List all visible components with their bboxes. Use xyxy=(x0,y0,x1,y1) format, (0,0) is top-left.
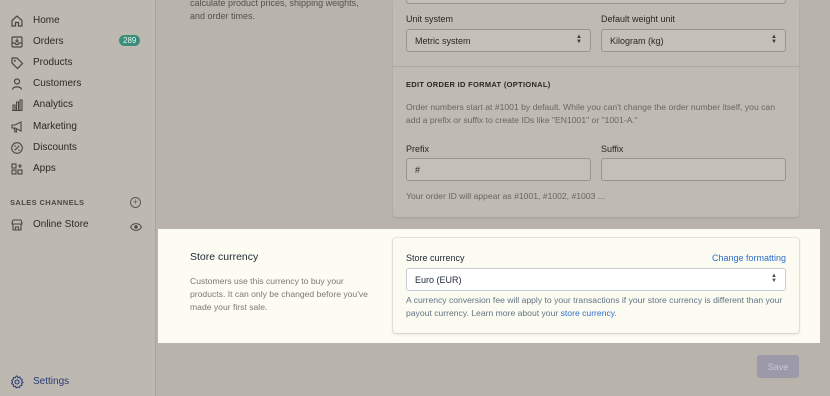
weight-unit-value: Kilogram (kg) xyxy=(610,35,664,46)
sidebar-item-label: Marketing xyxy=(33,121,77,132)
sidebar: Home Orders 289 Products Customers Analy… xyxy=(0,0,156,396)
sidebar-item-customers[interactable]: Customers xyxy=(0,73,155,94)
unit-system-label: Unit system xyxy=(406,14,454,24)
sidebar-item-label: Orders xyxy=(33,36,64,47)
gear-icon xyxy=(10,375,24,389)
change-formatting-link[interactable]: Change formatting xyxy=(712,253,786,263)
sidebar-item-orders[interactable]: Orders 289 xyxy=(0,31,155,52)
section-divider xyxy=(393,66,799,67)
sidebar-item-marketing[interactable]: Marketing xyxy=(0,116,155,137)
prefix-value: # xyxy=(415,164,421,175)
person-icon xyxy=(10,77,24,91)
suffix-label: Suffix xyxy=(601,144,624,154)
weight-unit-label: Default weight unit xyxy=(601,14,676,24)
unit-system-select[interactable]: Metric system ▲ ▼ xyxy=(406,29,591,52)
order-id-preview: Your order ID will appear as #1001, #100… xyxy=(406,191,605,201)
sidebar-item-apps[interactable]: Apps xyxy=(0,158,155,179)
store-currency-title: Store currency xyxy=(190,251,259,263)
store-currency-select[interactable]: Euro (EUR) ▲ ▼ xyxy=(406,268,786,291)
standards-description: calculate product prices, shipping weigh… xyxy=(190,0,359,21)
sidebar-item-label: Home xyxy=(33,15,60,26)
store-currency-section: Store currency Customers use this curren… xyxy=(158,229,820,343)
orders-count-badge: 289 xyxy=(119,35,141,46)
sidebar-item-label: Discounts xyxy=(33,142,77,153)
store-icon xyxy=(10,218,24,232)
prefix-label: Prefix xyxy=(406,144,430,154)
select-arrows-icon: ▲ ▼ xyxy=(771,273,777,284)
sidebar-item-discounts[interactable]: Discounts xyxy=(0,137,155,158)
standards-card: Unit system Metric system ▲ ▼ Default wei… xyxy=(393,0,799,217)
prefix-input[interactable]: # xyxy=(406,158,591,181)
help-text-end: . xyxy=(614,308,617,318)
select-arrows-icon: ▲ ▼ xyxy=(771,34,777,45)
add-sales-channel-button[interactable]: + xyxy=(130,197,141,208)
store-currency-value: Euro (EUR) xyxy=(415,274,462,285)
sidebar-item-label: Products xyxy=(33,57,73,68)
weight-unit-select[interactable]: Kilogram (kg) ▲ ▼ xyxy=(601,29,786,52)
view-store-eye-icon[interactable] xyxy=(129,219,143,231)
order-id-help: Order numbers start at #1001 by default.… xyxy=(406,102,775,125)
plus-icon: + xyxy=(132,197,139,207)
store-currency-card: Store currency Change formatting Euro (E… xyxy=(393,238,799,333)
select-arrows-icon: ▲ ▼ xyxy=(576,34,582,45)
store-currency-label: Store currency xyxy=(406,253,465,263)
sidebar-item-products[interactable]: Products xyxy=(0,52,155,73)
sidebar-item-label: Customers xyxy=(33,78,82,89)
discount-icon xyxy=(10,141,24,155)
sidebar-item-label: Analytics xyxy=(33,99,74,110)
sidebar-item-settings[interactable]: Settings xyxy=(0,371,155,392)
save-button[interactable]: Save xyxy=(757,355,799,378)
apps-icon xyxy=(10,162,24,176)
sidebar-item-label: Settings xyxy=(33,376,70,387)
sidebar-item-label: Online Store xyxy=(33,219,89,230)
suffix-input[interactable] xyxy=(601,158,786,181)
megaphone-icon xyxy=(10,120,24,134)
orders-icon xyxy=(10,35,24,49)
sidebar-item-home[interactable]: Home xyxy=(0,10,155,31)
home-icon xyxy=(10,14,24,28)
sidebar-item-analytics[interactable]: Analytics xyxy=(0,94,155,115)
store-currency-link[interactable]: store currency xyxy=(561,308,615,318)
previous-select-bottom xyxy=(406,0,786,4)
tag-icon xyxy=(10,56,24,70)
sales-channels-heading: SALES CHANNELS xyxy=(10,198,85,207)
order-id-heading: EDIT ORDER ID FORMAT (OPTIONAL) xyxy=(406,80,551,89)
store-currency-help: A currency conversion fee will apply to … xyxy=(406,294,791,320)
store-currency-description: Customers use this currency to buy your … xyxy=(190,276,368,312)
sidebar-item-label: Apps xyxy=(33,163,56,174)
bar-chart-icon xyxy=(10,98,24,112)
unit-system-value: Metric system xyxy=(415,35,471,46)
